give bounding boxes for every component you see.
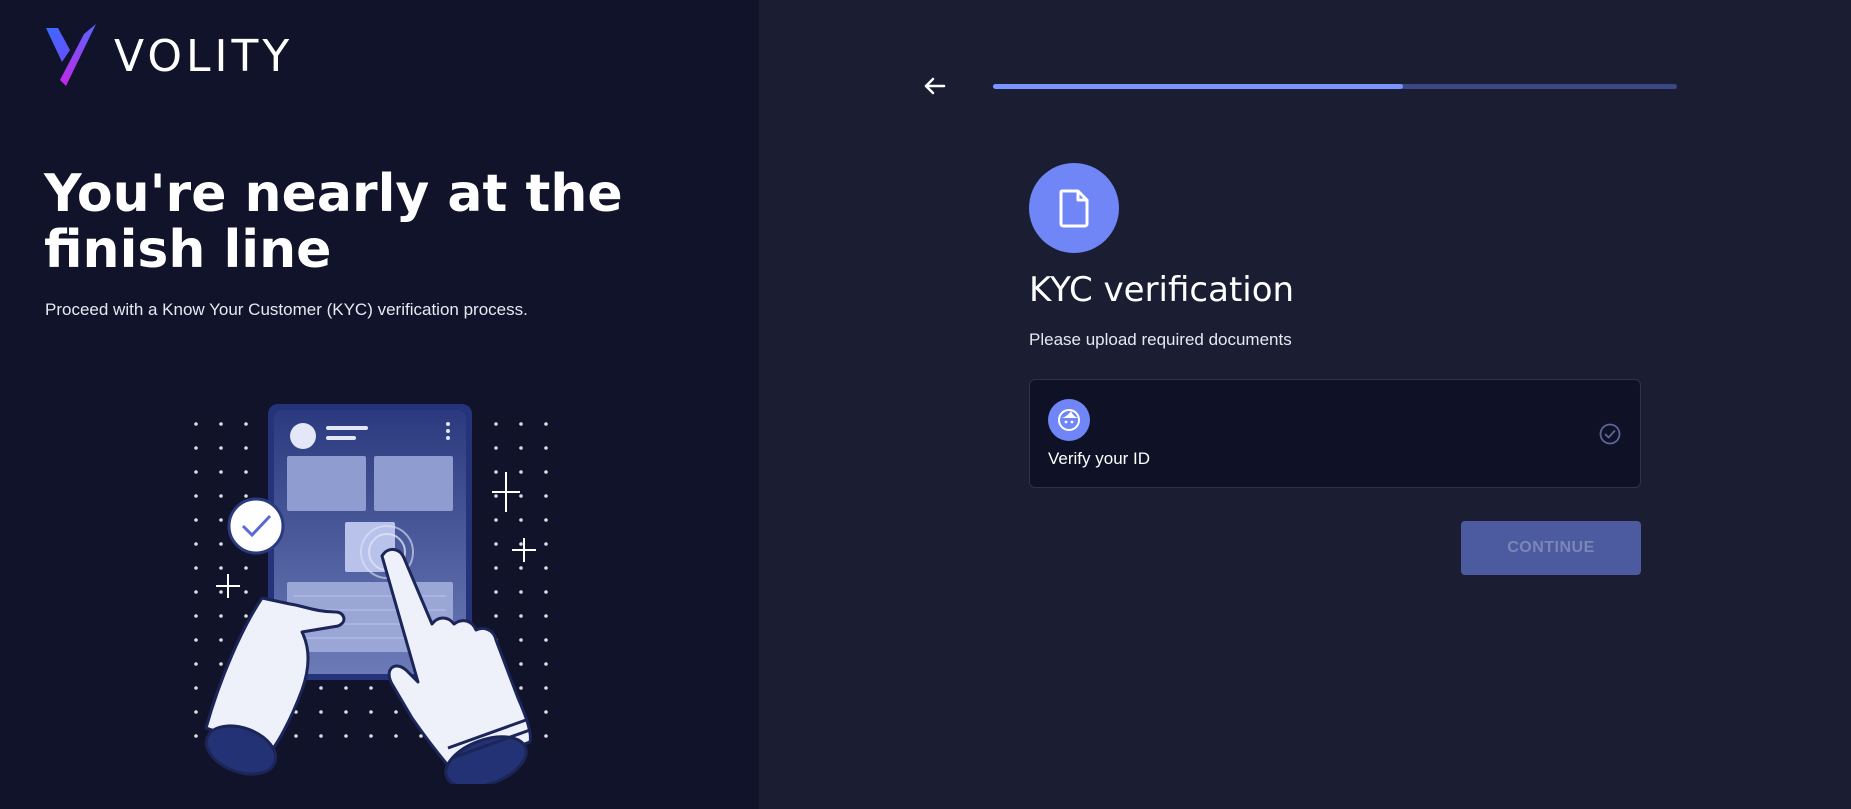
continue-button[interactable]: CONTINUE [1461, 521, 1641, 575]
page-subtext: Proceed with a Know Your Customer (KYC) … [45, 300, 528, 319]
back-button[interactable] [915, 70, 955, 102]
volity-logo-icon [46, 24, 96, 86]
phone-hands-illustration [194, 404, 548, 784]
kyc-description: Please upload required documents [1029, 330, 1292, 349]
verify-id-label: Verify your ID [1048, 449, 1151, 468]
arrow-left-icon [924, 77, 946, 95]
left-panel: VOLITY You're nearly at the finish line … [0, 0, 759, 809]
brand-logo[interactable]: VOLITY [44, 24, 293, 88]
check-circle-icon [1599, 423, 1621, 445]
brand-name: VOLITY [114, 30, 294, 82]
page-headline: You're nearly at the finish line [44, 164, 623, 280]
verify-id-item[interactable]: Verify your ID [1029, 379, 1641, 488]
document-icon [1059, 189, 1089, 228]
progress-bar-fill [993, 84, 1404, 89]
progress-bar [993, 84, 1677, 89]
kyc-title: KYC verification [1029, 270, 1295, 310]
document-badge [1029, 163, 1119, 253]
face-icon [1048, 399, 1090, 441]
